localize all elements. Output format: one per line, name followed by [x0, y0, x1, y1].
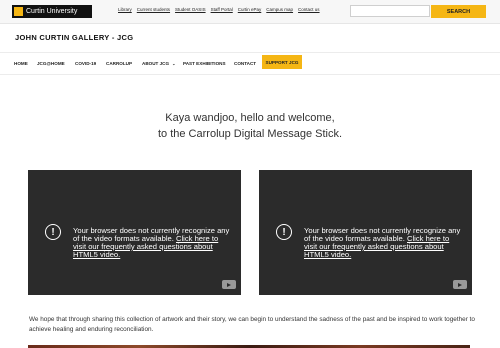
top-link-student-oasis[interactable]: Student OASIS: [175, 7, 206, 12]
top-link-curtin-epay[interactable]: Curtin ePay: [238, 7, 262, 12]
youtube-icon[interactable]: [453, 280, 467, 289]
alert-icon: !: [276, 224, 292, 240]
top-link-contact-us[interactable]: Contact us: [298, 7, 320, 12]
top-link-current-students[interactable]: Current students: [137, 7, 170, 12]
search-input[interactable]: [350, 5, 430, 17]
nav-covid-19[interactable]: COVID-19: [75, 53, 96, 74]
video-error-message: Your browser does not currently recogniz…: [304, 227, 464, 259]
youtube-icon[interactable]: [222, 280, 236, 289]
utility-links: Library Current students Student OASIS S…: [118, 7, 320, 12]
nav-past-exhibitions[interactable]: PAST EXHIBITIONS: [183, 53, 226, 74]
video-error-message: Your browser does not currently recogniz…: [73, 227, 233, 259]
welcome-line-2: to the Carrolup Digital Message Stick.: [157, 128, 343, 140]
main-navigation: HOME JCG@HOME COVID-19 CARROLUP ABOUT JC…: [0, 52, 500, 75]
curtin-logo[interactable]: Curtin University: [12, 5, 92, 18]
chevron-down-icon: ⌄: [172, 61, 176, 66]
top-link-staff-portal[interactable]: Staff Portal: [211, 7, 233, 12]
nav-home[interactable]: HOME: [14, 53, 28, 74]
nav-jcg-at-home[interactable]: JCG@HOME: [37, 53, 65, 74]
welcome-line-1: Kaya wandjoo, hello and welcome,: [165, 112, 335, 124]
top-utility-bar: Curtin University Library Current studen…: [0, 0, 500, 24]
search-button[interactable]: SEARCH: [431, 5, 486, 18]
nav-about-label: ABOUT JCG: [142, 61, 170, 66]
logo-text: Curtin University: [26, 8, 78, 15]
intro-paragraph: We hope that through sharing this collec…: [29, 316, 475, 333]
video-player-2[interactable]: ! Your browser does not currently recogn…: [259, 170, 472, 295]
top-link-campus-map[interactable]: Campus map: [266, 7, 293, 12]
welcome-heading: Kaya wandjoo, hello and welcome, to the …: [0, 110, 500, 142]
nav-carrolup[interactable]: CARROLUP: [106, 53, 132, 74]
video-player-1[interactable]: ! Your browser does not currently recogn…: [28, 170, 241, 295]
nav-about-jcg[interactable]: ABOUT JCG ⌄: [142, 53, 175, 74]
top-link-library[interactable]: Library: [118, 7, 132, 12]
page-title[interactable]: JOHN CURTIN GALLERY - JCG: [15, 33, 133, 42]
alert-icon: !: [45, 224, 61, 240]
support-jcg-button[interactable]: SUPPORT JCG: [262, 55, 302, 69]
nav-contact[interactable]: CONTACT: [234, 53, 256, 74]
shield-icon: [14, 7, 23, 16]
